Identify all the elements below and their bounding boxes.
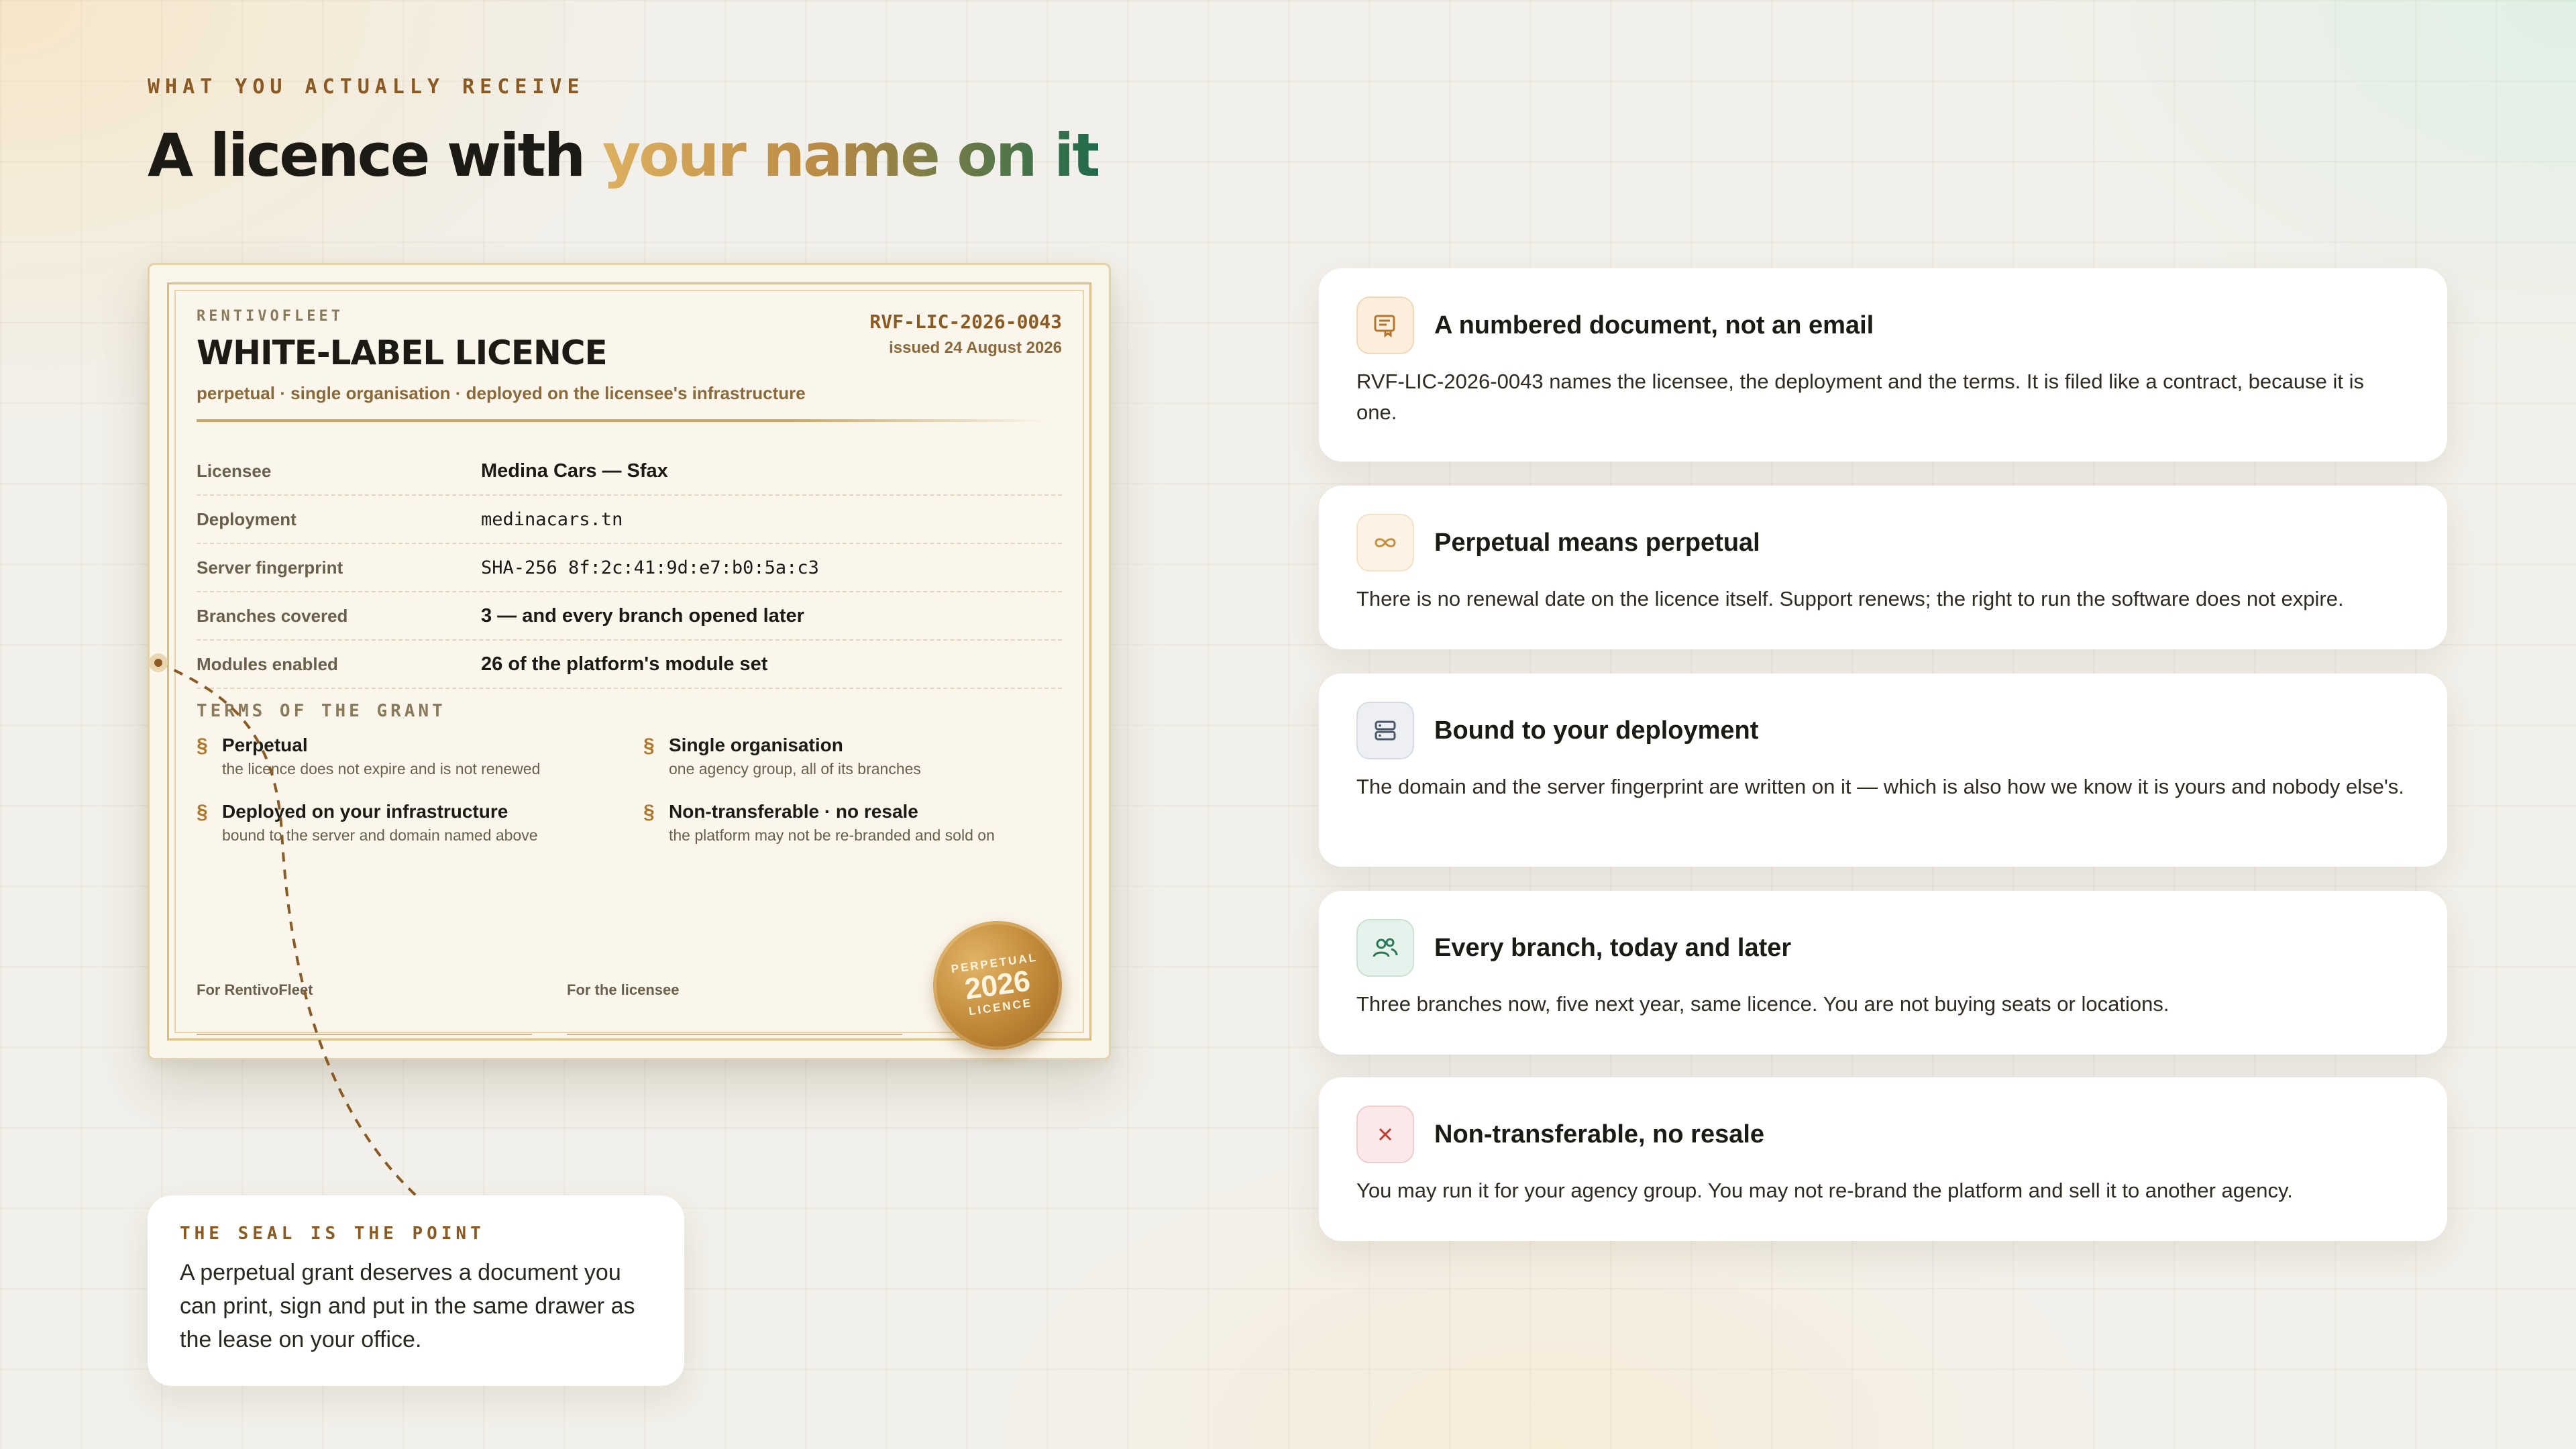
field-label: Branches covered	[197, 605, 348, 626]
signature-line-rentivo	[197, 1034, 532, 1035]
feature-text: Three branches now, five next year, same…	[1356, 992, 2169, 1016]
feature-text: There is no renewal date on the licence …	[1356, 587, 2344, 610]
headline-plain: A licence with	[148, 121, 602, 190]
field-row-deployment: Deployment medinacars.tn	[197, 496, 1062, 544]
field-value: 3 — and every branch opened later	[481, 604, 804, 627]
field-value: 26 of the platform's module set	[481, 653, 768, 675]
feature-title: A numbered document, not an email	[1434, 311, 1874, 339]
feature-card-every-branch: Every branch, today and later Three bran…	[1319, 891, 2447, 1055]
section-eyebrow: WHAT YOU ACTUALLY RECEIVE	[148, 75, 585, 99]
headline-accent: your name on it	[602, 121, 1101, 190]
field-value: medinacars.tn	[481, 508, 623, 530]
feature-card-perpetual: Perpetual means perpetual There is no re…	[1319, 486, 2447, 649]
issue-date: issued 24 August 2026	[889, 339, 1062, 357]
infinity-icon	[1356, 514, 1414, 572]
feature-text: You may run it for your agency group. Yo…	[1356, 1179, 2293, 1202]
term-title: Deployed on your infrastructure	[222, 801, 508, 822]
signature-line-licensee	[567, 1034, 902, 1035]
signature-label-rentivo: For RentivoFleet	[197, 981, 313, 998]
field-value: Medina Cars — Sfax	[481, 460, 668, 482]
section-symbol-icon: §	[197, 801, 208, 823]
term-desc: the licence does not expire and is not r…	[222, 760, 541, 777]
field-label: Licensee	[197, 460, 272, 481]
term-title: Non-transferable · no resale	[669, 801, 918, 822]
term-desc: one agency group, all of its branches	[669, 760, 921, 777]
field-label: Server fingerprint	[197, 557, 343, 578]
term-item: § Single organisation one agency group, a…	[643, 735, 1062, 778]
terms-list: § Perpetual the licence does not expire a…	[197, 735, 1062, 845]
field-row-server-fingerprint: Server fingerprint SHA-256 8f:2c:41:9d:e…	[197, 544, 1062, 592]
seal-callout-card: THE SEAL IS THE POINT A perpetual grant …	[148, 1195, 684, 1386]
page-title: A licence with your name on it	[148, 121, 1101, 190]
licence-fields: Licensee Medina Cars — Sfax Deployment m…	[197, 447, 1062, 689]
field-value: SHA-256 8f:2c:41:9d:e7:b0:5a:c3	[481, 557, 819, 578]
feature-title: Perpetual means perpetual	[1434, 528, 1760, 557]
field-row-licensee: Licensee Medina Cars — Sfax	[197, 447, 1062, 496]
users-icon	[1356, 919, 1414, 977]
certificate-subtitle: perpetual · single organisation · deploy…	[197, 383, 806, 403]
terms-heading: TERMS OF THE GRANT	[197, 701, 446, 721]
field-row-branches: Branches covered 3 — and every branch op…	[197, 592, 1062, 641]
certificate-content: RENTIVOFLEET WHITE-LABEL LICENCE perpetu…	[197, 305, 1071, 1059]
licence-number: RVF-LIC-2026-0043	[869, 311, 1062, 333]
term-item: § Perpetual the licence does not expire a…	[197, 735, 643, 778]
connector-dot	[149, 653, 168, 672]
term-item: § Non-transferable · no resale the platfo…	[643, 801, 1062, 845]
field-label: Modules enabled	[197, 653, 338, 674]
feature-card-numbered-document: A numbered document, not an email RVF-LI…	[1319, 268, 2447, 462]
feature-title: Non-transferable, no resale	[1434, 1120, 1765, 1148]
close-icon	[1356, 1106, 1414, 1163]
feature-text: The domain and the server fingerprint ar…	[1356, 775, 2404, 798]
section-symbol-icon: §	[643, 735, 655, 757]
term-desc: bound to the server and domain named abo…	[222, 826, 538, 844]
callout-text: A perpetual grant deserves a document yo…	[180, 1260, 635, 1352]
server-icon	[1356, 702, 1414, 759]
callout-eyebrow: THE SEAL IS THE POINT	[180, 1224, 485, 1244]
field-row-modules: Modules enabled 26 of the platform's mod…	[197, 641, 1062, 689]
document-icon	[1356, 297, 1414, 354]
licence-certificate: RENTIVOFLEET WHITE-LABEL LICENCE perpetu…	[148, 263, 1111, 1060]
term-item: § Deployed on your infrastructure bound t…	[197, 801, 643, 845]
section-symbol-icon: §	[197, 735, 208, 757]
certificate-brand: RENTIVOFLEET	[197, 308, 343, 325]
term-title: Single organisation	[669, 735, 843, 755]
term-desc: the platform may not be re-branded and s…	[669, 826, 995, 844]
certificate-divider	[197, 419, 1049, 422]
feature-text: RVF-LIC-2026-0043 names the licensee, th…	[1356, 370, 2364, 424]
feature-title: Every branch, today and later	[1434, 933, 1792, 962]
section-symbol-icon: §	[643, 801, 655, 823]
signature-label-licensee: For the licensee	[567, 981, 680, 998]
feature-card-non-transferable: Non-transferable, no resale You may run …	[1319, 1077, 2447, 1241]
term-title: Perpetual	[222, 735, 308, 755]
feature-card-deployment: Bound to your deployment The domain and …	[1319, 674, 2447, 867]
field-label: Deployment	[197, 508, 297, 529]
feature-title: Bound to your deployment	[1434, 716, 1759, 745]
certificate-title: WHITE-LABEL LICENCE	[197, 333, 608, 372]
